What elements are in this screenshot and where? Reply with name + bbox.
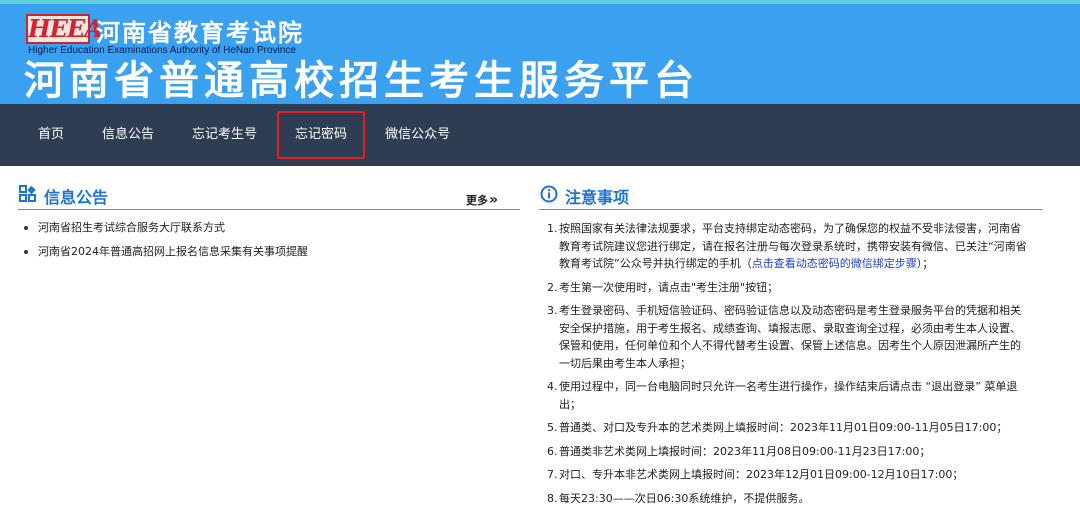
note-text: 普通类非艺术类网上填报时间：2023年11月08日09:00-11月23日17:… xyxy=(559,444,931,458)
notes-header: 注意事项 xyxy=(539,184,1043,210)
notes-list: 1. 按照国家有关法律法规要求，平台支持绑定动态密码，为了确保您的权益不受非法侵… xyxy=(539,210,1043,507)
more-link[interactable]: 更多» xyxy=(466,192,498,208)
info-circle-icon xyxy=(539,184,559,208)
note-item: 2. 考生第一次使用时，请点击"考生注册"按钮； xyxy=(547,279,1031,297)
list-item[interactable]: 河南省招生考试综合服务大厅联系方式 xyxy=(22,220,520,236)
list-item[interactable]: 河南省2024年普通高招网上报名信息采集有关事项提醒 xyxy=(22,244,520,260)
announcement-link[interactable]: 河南省招生考试综合服务大厅联系方式 xyxy=(38,220,225,236)
note-text: 使用过程中，同一台电脑同时只允许一名考生进行操作，操作结束后请点击 “退出登录”… xyxy=(559,380,1018,411)
heea-logo[interactable]: HEEA xyxy=(26,14,103,44)
org-name-english: Higher Education Examinations Authority … xyxy=(28,45,296,56)
note-number: 3. xyxy=(547,304,558,317)
announcements-title: 信息公告 xyxy=(44,188,109,207)
note-number: 1. xyxy=(547,222,558,235)
note-number: 5. xyxy=(547,421,558,434)
note-item: 4. 使用过程中，同一台电脑同时只允许一名考生进行操作，操作结束后请点击 “退出… xyxy=(547,378,1031,413)
wechat-binding-steps-link[interactable]: 点击查看动态密码的微信绑定步骤 xyxy=(752,257,917,270)
note-text: 考生登录密码、手机短信验证码、密码验证信息以及动态密码是考生登录服务平台的凭据和… xyxy=(559,304,1021,370)
note-item: 8. 每天23:30——次日06:30系统维护，不提供服务。 xyxy=(547,490,1031,508)
announcements-panel: 信息公告 更多» 河南省招生考试综合服务大厅联系方式 河南省2024年普通高招网… xyxy=(18,184,520,510)
nav-home[interactable]: 首页 xyxy=(20,104,82,166)
announcement-list: 河南省招生考试综合服务大厅联系方式 河南省2024年普通高招网上报名信息采集有关… xyxy=(18,210,520,260)
note-number: 2. xyxy=(547,280,558,294)
note-text: 普通类、对口及专升本的艺术类网上填报时间：2023年11月01日09:00-11… xyxy=(559,421,1008,434)
org-name: 河南省教育考试院 xyxy=(96,19,304,47)
note-item: 3. 考生登录密码、手机短信验证码、密码验证信息以及动态密码是考生登录服务平台的… xyxy=(547,302,1031,372)
nav-wechat-account[interactable]: 微信公众号 xyxy=(367,104,468,166)
note-item: 6. 普通类非艺术类网上填报时间：2023年11月08日09:00-11月23日… xyxy=(547,443,1031,461)
note-item: 1. 按照国家有关法律法规要求，平台支持绑定动态密码，为了确保您的权益不受非法侵… xyxy=(547,220,1031,273)
nav-forgot-candidate-number[interactable]: 忘记考生号 xyxy=(174,104,275,166)
main-nav: 首页 信息公告 忘记考生号 忘记密码 微信公众号 xyxy=(0,104,1080,166)
note-number: 6. xyxy=(547,444,558,458)
more-label: 更多 xyxy=(465,194,488,207)
main-content: 信息公告 更多» 河南省招生考试综合服务大厅联系方式 河南省2024年普通高招网… xyxy=(0,166,1080,510)
notes-panel: 注意事项 1. 按照国家有关法律法规要求，平台支持绑定动态密码，为了确保您的权益… xyxy=(539,184,1043,510)
grid-icon xyxy=(18,184,38,208)
announcements-header: 信息公告 更多» xyxy=(18,184,520,210)
note-item: 5. 普通类、对口及专升本的艺术类网上填报时间：2023年11月01日09:00… xyxy=(547,419,1031,437)
note-text: 对口、专升本非艺术类网上填报时间：2023年12月01日09:00-12月10日… xyxy=(559,468,964,481)
note-text: 每天23:30——次日06:30系统维护，不提供服务。 xyxy=(559,491,810,505)
bullet-icon xyxy=(24,226,28,230)
notes-title: 注意事项 xyxy=(565,188,630,207)
note-suffix: ）； xyxy=(916,257,934,270)
double-chevron-right-icon: » xyxy=(488,192,498,208)
bullet-icon xyxy=(24,250,28,254)
nav-announcements[interactable]: 信息公告 xyxy=(84,104,172,166)
platform-title: 河南省普通高校招生考生服务平台 xyxy=(24,58,699,104)
note-number: 4. xyxy=(547,380,558,393)
nav-forgot-password[interactable]: 忘记密码 xyxy=(277,104,366,166)
note-number: 8. xyxy=(547,491,558,505)
note-text: 考生第一次使用时，请点击"考生注册"按钮； xyxy=(559,280,779,294)
note-item: 7. 对口、专升本非艺术类网上填报时间：2023年12月01日09:00-12月… xyxy=(547,466,1031,484)
site-header: HEEA 河南省教育考试院 Higher Education Examinati… xyxy=(0,4,1080,104)
note-number: 7. xyxy=(547,468,558,481)
announcement-link[interactable]: 河南省2024年普通高招网上报名信息采集有关事项提醒 xyxy=(38,244,308,260)
